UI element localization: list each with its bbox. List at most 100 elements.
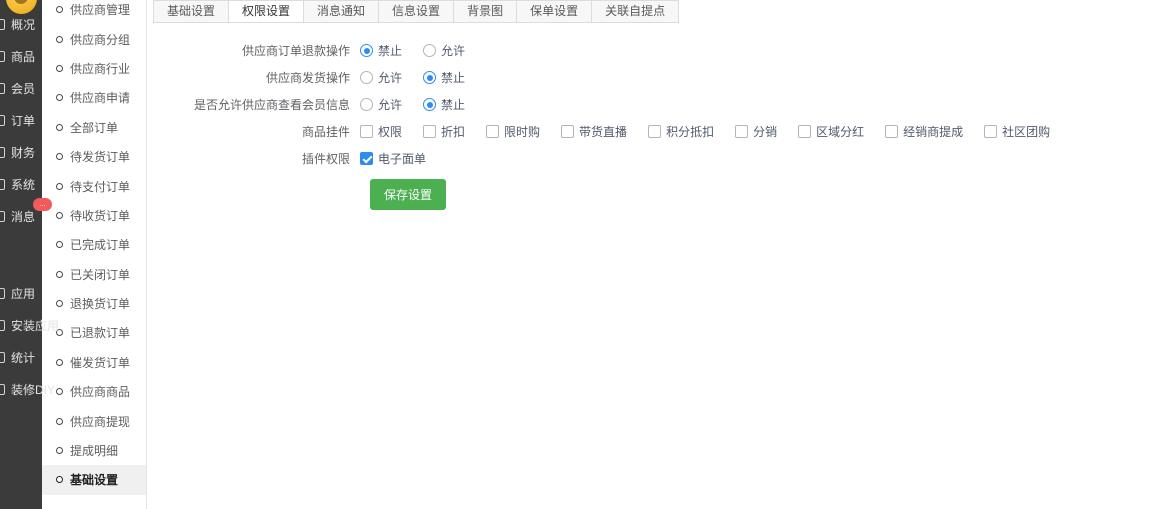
sidebar-item-finance[interactable]: 财务 <box>0 136 42 168</box>
plugin-permissions-option[interactable]: 电子面单 <box>360 150 426 167</box>
submenu-item[interactable]: 供应商管理 <box>42 0 146 24</box>
view-member-info-option[interactable]: 允许 <box>360 96 402 113</box>
checkbox-icon[interactable] <box>885 125 898 138</box>
submenu-item[interactable]: 催发货订单 <box>42 348 146 377</box>
sidebar-item-label: 财务 <box>11 144 35 161</box>
submenu-item[interactable]: 供应商商品 <box>42 377 146 406</box>
goods-widgets-option[interactable]: 带货直播 <box>561 123 627 140</box>
radio-icon[interactable] <box>360 44 373 57</box>
submenu-item[interactable]: 待支付订单 <box>42 171 146 200</box>
goods-widgets-controls: 权限 折扣 限时购 带货直播 积分抵扣 分销 区域分红 经销商提成 社区团购 <box>360 123 1071 140</box>
option-label: 限时购 <box>504 123 540 140</box>
radio-icon[interactable] <box>360 71 373 84</box>
goods-widgets-option[interactable]: 经销商提成 <box>885 123 963 140</box>
goods-widgets-option[interactable]: 分销 <box>735 123 777 140</box>
checkbox-icon[interactable] <box>423 125 436 138</box>
submenu-item-label: 提成明细 <box>70 442 118 459</box>
submenu-item[interactable]: 提成明细 <box>42 436 146 465</box>
refund-operation-option[interactable]: 允许 <box>423 42 465 59</box>
sidebar-item-apps[interactable]: 应用 <box>0 277 42 309</box>
sidebar-item-install-apps[interactable]: 安装应用 <box>0 309 42 341</box>
option-label: 带货直播 <box>579 123 627 140</box>
circle-bullet-icon <box>56 65 63 72</box>
option-label: 禁止 <box>441 96 465 113</box>
tab-保单设置[interactable]: 保单设置 <box>516 0 592 23</box>
refund-operation-controls: 禁止 允许 <box>360 42 486 59</box>
checkbox-icon[interactable] <box>984 125 997 138</box>
option-label: 积分抵扣 <box>666 123 714 140</box>
field-label: 是否允许供应商查看会员信息 <box>148 96 360 113</box>
system-icon <box>0 179 5 190</box>
goods-widgets-option[interactable]: 折扣 <box>423 123 465 140</box>
sidebar-item-message[interactable]: 消息… <box>0 200 42 232</box>
sidebar-item-label: 系统 <box>11 176 35 193</box>
checkbox-icon[interactable] <box>486 125 499 138</box>
radio-icon[interactable] <box>360 98 373 111</box>
sidebar-item-goods[interactable]: 商品 <box>0 40 42 72</box>
goods-widgets-option[interactable]: 积分抵扣 <box>648 123 714 140</box>
submenu-item[interactable]: 供应商行业 <box>42 54 146 83</box>
install-apps-icon <box>0 320 5 331</box>
circle-bullet-icon <box>56 418 63 425</box>
submenu-item[interactable]: 退换货订单 <box>42 289 146 318</box>
sidebar-item-system[interactable]: 系统 <box>0 168 42 200</box>
submenu-item[interactable]: 待发货订单 <box>42 142 146 171</box>
submenu-item[interactable]: 已关闭订单 <box>42 260 146 289</box>
refund-operation-option[interactable]: 禁止 <box>360 42 402 59</box>
sidebar-item-label: 订单 <box>11 112 35 129</box>
tab-消息通知[interactable]: 消息通知 <box>303 0 379 23</box>
shipping-operation-controls: 允许 禁止 <box>360 69 486 86</box>
sidebar-item-overview[interactable]: 概况 <box>0 8 42 40</box>
sidebar-item-order[interactable]: 订单 <box>0 104 42 136</box>
form-row-shipping-operation: 供应商发货操作允许禁止 <box>148 64 1169 91</box>
radio-icon[interactable] <box>423 44 436 57</box>
goods-widgets-option[interactable]: 限时购 <box>486 123 540 140</box>
goods-widgets-option[interactable]: 社区团购 <box>984 123 1050 140</box>
sidebar-item-member[interactable]: 会员 <box>0 72 42 104</box>
main-sidebar: 概况商品会员订单财务系统消息… 应用安装应用统计装修DIY <box>0 0 42 509</box>
option-label: 分销 <box>753 123 777 140</box>
checkbox-icon[interactable] <box>648 125 661 138</box>
checkbox-icon[interactable] <box>360 152 373 165</box>
sidebar-item-label: 装修DIY <box>11 381 55 398</box>
circle-bullet-icon <box>56 94 63 101</box>
submenu-item[interactable]: 基础设置 <box>42 465 146 494</box>
checkbox-icon[interactable] <box>360 125 373 138</box>
submenu-item[interactable]: 供应商分组 <box>42 24 146 53</box>
goods-icon <box>0 51 5 62</box>
radio-icon[interactable] <box>423 98 436 111</box>
tab-基础设置[interactable]: 基础设置 <box>153 0 229 23</box>
submenu-item[interactable]: 供应商申请 <box>42 83 146 112</box>
view-member-info-option[interactable]: 禁止 <box>423 96 465 113</box>
tab-关联自提点[interactable]: 关联自提点 <box>591 0 679 23</box>
checkbox-icon[interactable] <box>735 125 748 138</box>
shipping-operation-option[interactable]: 禁止 <box>423 69 465 86</box>
sidebar-item-label: 会员 <box>11 80 35 97</box>
submenu-item[interactable]: 供应商提现 <box>42 406 146 435</box>
goods-widgets-option[interactable]: 区域分红 <box>798 123 864 140</box>
circle-bullet-icon <box>56 212 63 219</box>
option-label: 禁止 <box>378 42 402 59</box>
sidebar-item-decorate-diy[interactable]: 装修DIY <box>0 373 42 405</box>
submenu-item-label: 供应商申请 <box>70 89 130 106</box>
circle-bullet-icon <box>56 447 63 454</box>
tab-背景图[interactable]: 背景图 <box>453 0 517 23</box>
radio-icon[interactable] <box>423 71 436 84</box>
tab-权限设置[interactable]: 权限设置 <box>228 0 304 23</box>
sidebar-item-stats[interactable]: 统计 <box>0 341 42 373</box>
option-label: 经销商提成 <box>903 123 963 140</box>
submenu-item[interactable]: 待收货订单 <box>42 201 146 230</box>
option-label: 允许 <box>378 96 402 113</box>
checkbox-icon[interactable] <box>798 125 811 138</box>
submenu-item[interactable]: 已完成订单 <box>42 230 146 259</box>
goods-widgets-option[interactable]: 权限 <box>360 123 402 140</box>
checkbox-icon[interactable] <box>561 125 574 138</box>
shipping-operation-option[interactable]: 允许 <box>360 69 402 86</box>
save-settings-button[interactable]: 保存设置 <box>370 179 446 210</box>
submenu-item-label: 供应商分组 <box>70 31 130 48</box>
settings-tabs: 基础设置权限设置消息通知信息设置背景图保单设置关联自提点 <box>153 0 1169 23</box>
submenu-item[interactable]: 全部订单 <box>42 113 146 142</box>
submenu-list: 供应商管理供应商分组供应商行业供应商申请全部订单待发货订单待支付订单待收货订单已… <box>42 0 146 495</box>
tab-信息设置[interactable]: 信息设置 <box>378 0 454 23</box>
form-row-plugin-permissions: 插件权限电子面单 <box>148 145 1169 172</box>
